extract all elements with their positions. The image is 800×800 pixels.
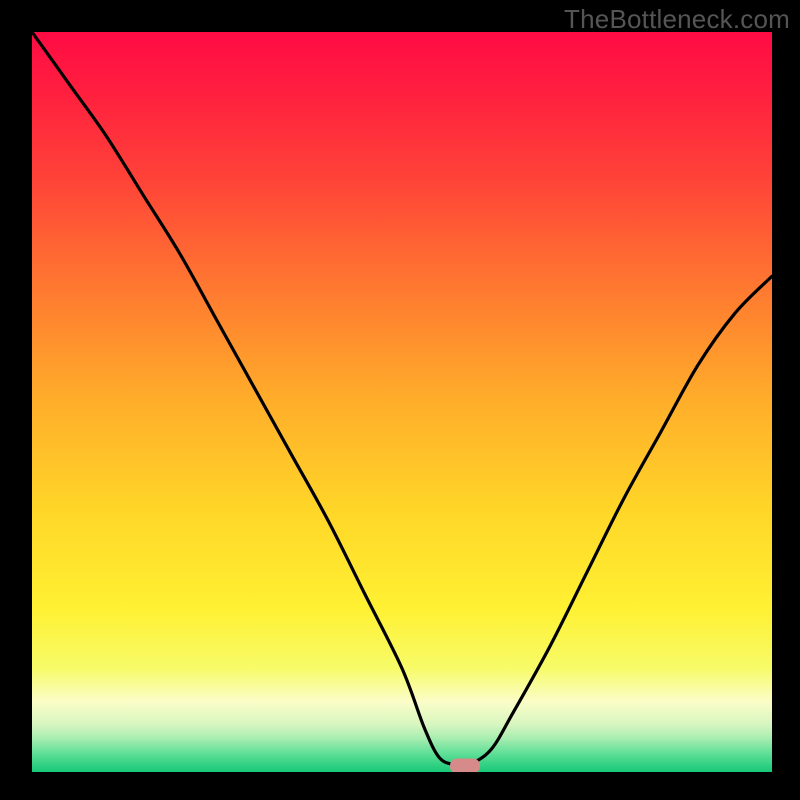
minimum-marker	[450, 759, 480, 772]
watermark-text: TheBottleneck.com	[564, 4, 790, 35]
plot-area	[32, 32, 772, 772]
bottleneck-curve	[32, 32, 772, 772]
chart-frame: TheBottleneck.com	[0, 0, 800, 800]
